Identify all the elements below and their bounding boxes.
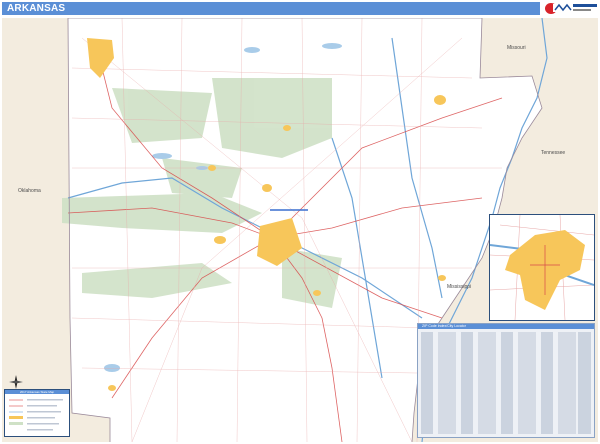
little-rock-inset-map <box>489 214 595 321</box>
market-maps-logo-icon <box>543 1 599 16</box>
oklahoma-label: Oklahoma <box>18 188 41 194</box>
tennessee-label: Tennessee <box>541 150 566 156</box>
mississippi-label: Mississippi <box>447 284 472 290</box>
map-frame: ARKANSAS Missouri Oklahoma Tennessee Mis… <box>0 0 600 444</box>
map-title: ARKANSAS <box>7 3 66 14</box>
map-legend: 2017 Arkansas State Map <box>4 389 70 437</box>
index-columns <box>421 332 591 434</box>
zip-code-index-panel: ZIP Code Index/City Locator <box>417 323 595 438</box>
compass-rose-icon <box>9 375 23 389</box>
missouri-label: Missouri <box>507 45 526 51</box>
title-bar: ARKANSAS <box>2 2 540 15</box>
header: ARKANSAS <box>0 0 600 17</box>
